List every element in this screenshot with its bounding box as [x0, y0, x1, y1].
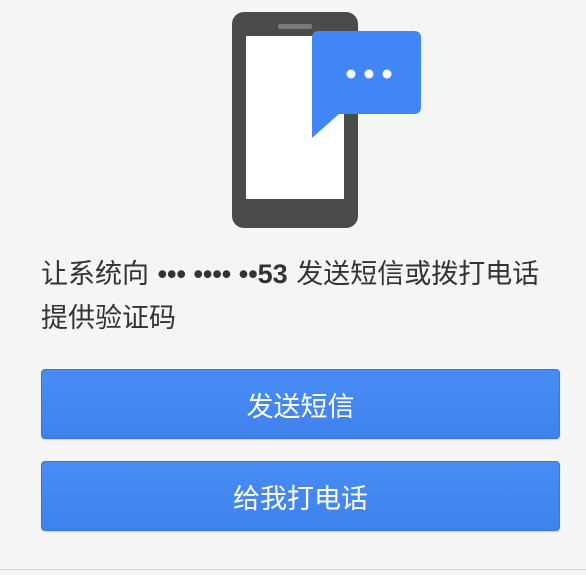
message-bubble: [312, 31, 421, 138]
phone-speaker: [278, 24, 312, 29]
masked-phone-number: ••• •••• ••53: [157, 259, 288, 289]
bubble-dot: [364, 69, 374, 79]
send-sms-label: 发送短信: [246, 391, 355, 423]
bottom-divider: [0, 569, 586, 570]
prompt-prefix: 让系统向: [41, 259, 149, 290]
call-me-label: 给我打电话: [233, 483, 368, 515]
verification-prompt: 让系统向 ••• •••• ••53 发送短信或拨打电话提供验证码: [41, 252, 551, 341]
send-sms-button[interactable]: 发送短信: [41, 369, 560, 439]
phone-with-message-icon: [232, 12, 421, 228]
phone-message-illustration: [0, 0, 586, 240]
bubble-dot: [346, 69, 356, 79]
call-me-button[interactable]: 给我打电话: [41, 461, 560, 531]
bubble-dot: [382, 69, 392, 79]
